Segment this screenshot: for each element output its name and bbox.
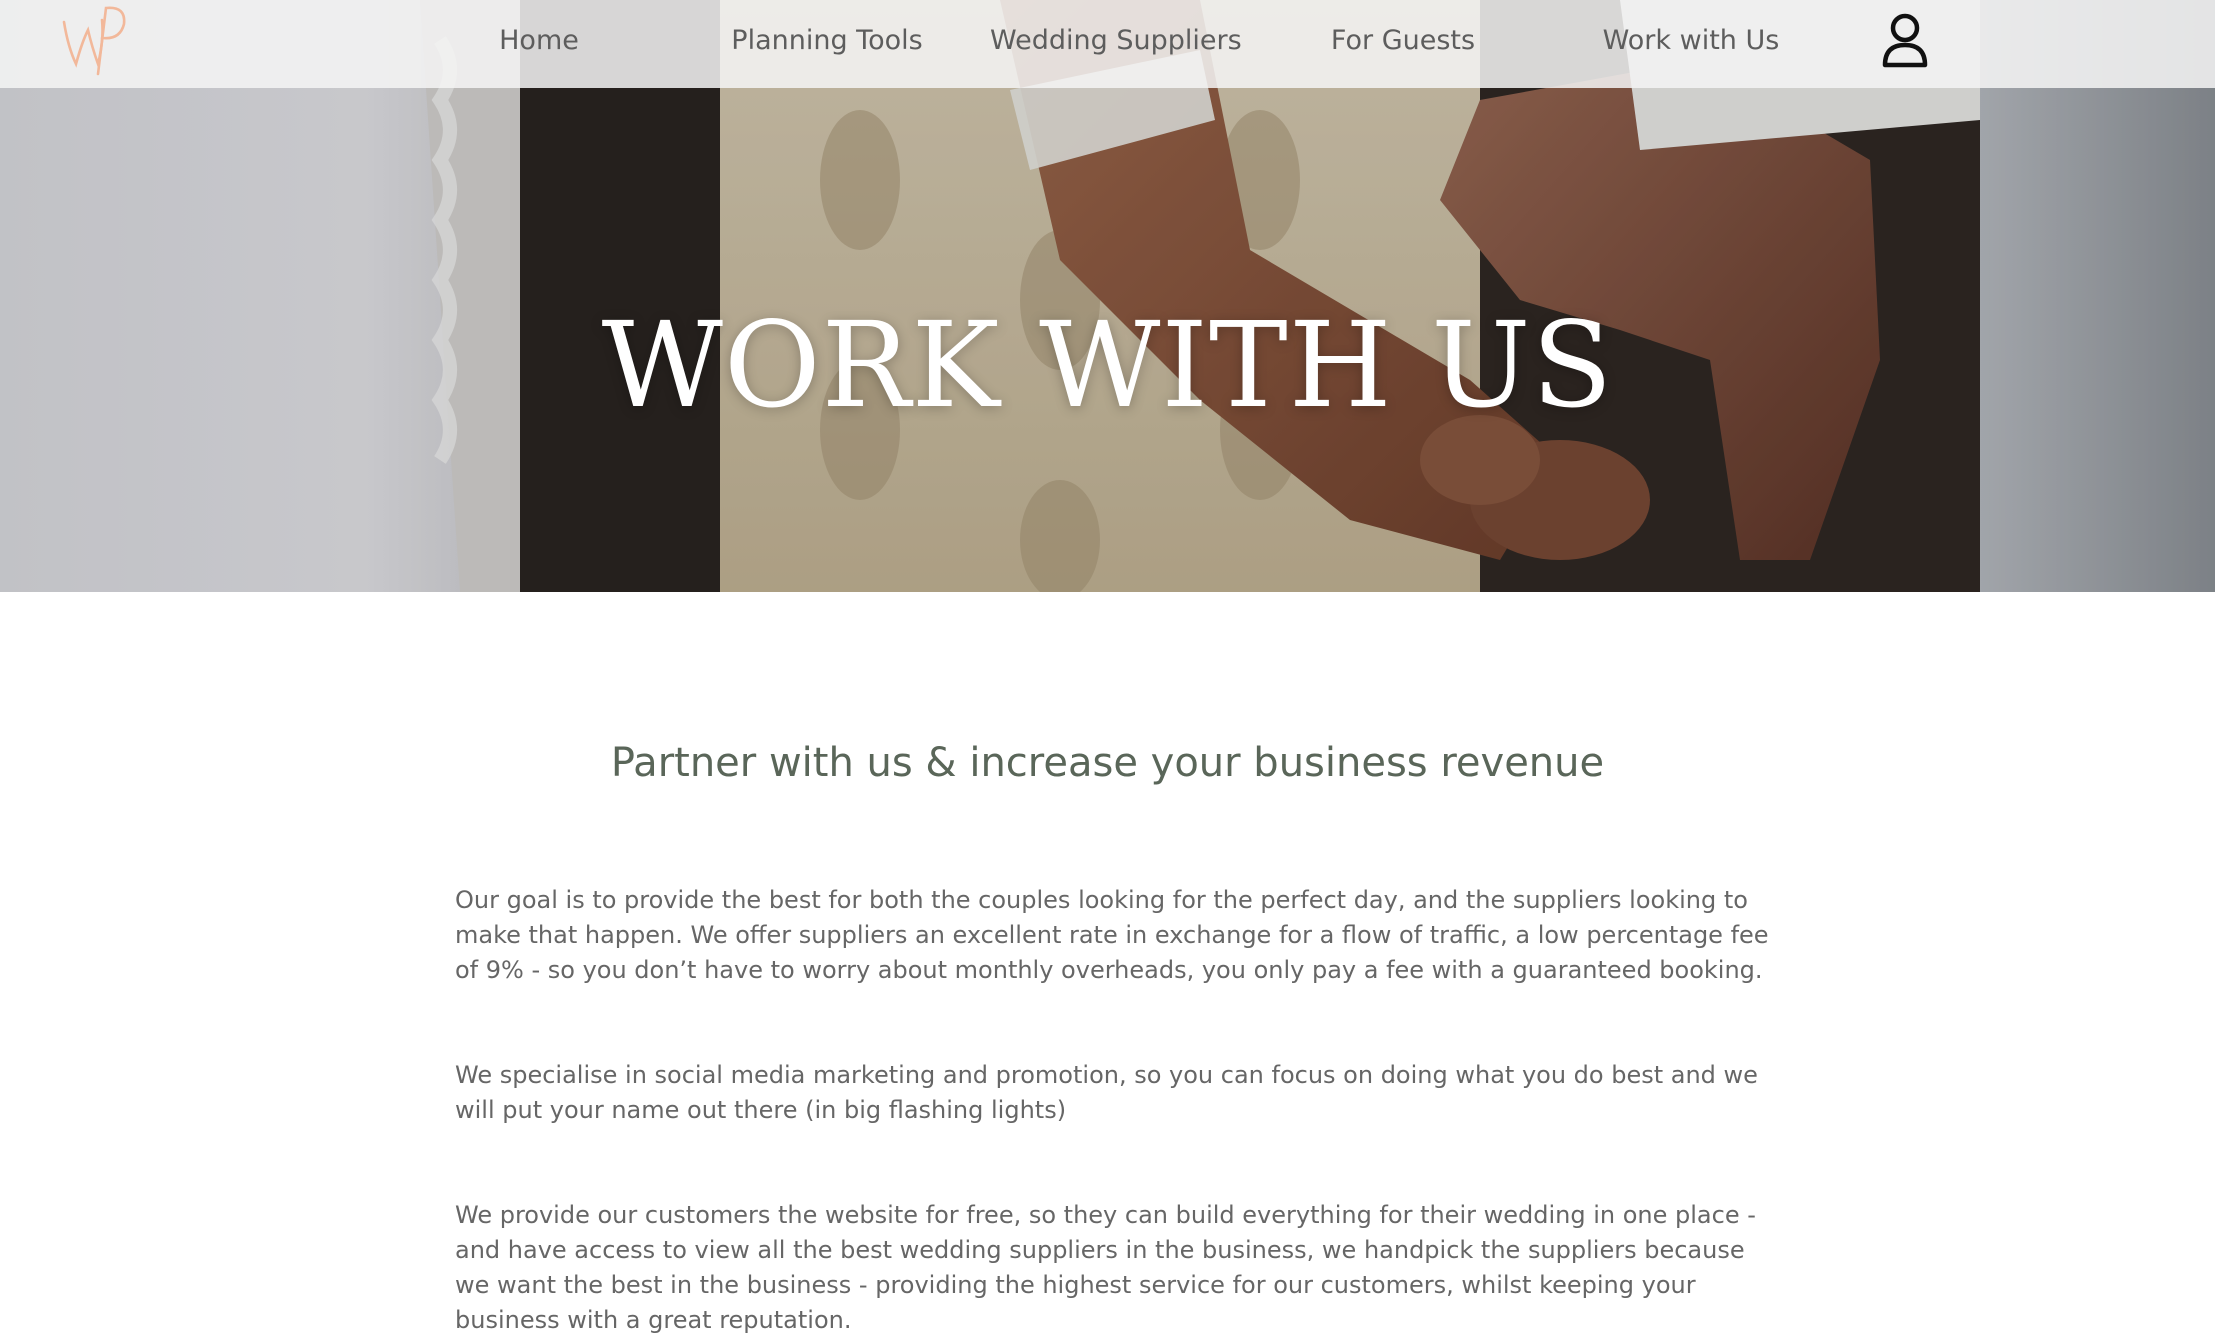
nav-work-with-us[interactable]: Work with Us xyxy=(1596,0,1786,82)
wp-monogram-logo[interactable] xyxy=(58,2,128,82)
paragraph-customers: We provide our customers the website for… xyxy=(455,1201,1756,1334)
section-heading: Partner with us & increase your business… xyxy=(610,740,1605,786)
page-title: WORK WITH US xyxy=(601,296,1614,434)
paragraph-marketing: We specialise in social media marketing … xyxy=(455,1061,1758,1124)
paragraph-goal: Our goal is to provide the best for both… xyxy=(455,886,1769,984)
user-account-icon[interactable] xyxy=(1880,13,1930,69)
nav-home[interactable]: Home xyxy=(454,0,624,82)
nav-planning-tools[interactable]: Planning Tools xyxy=(724,0,930,82)
nav-wedding-suppliers[interactable]: Wedding Suppliers xyxy=(990,0,1242,82)
top-navigation-bar: Home Planning Tools Wedding Suppliers Fo… xyxy=(0,0,2215,88)
nav-for-guests[interactable]: For Guests xyxy=(1318,0,1488,82)
hero-banner: WORK WITH US xyxy=(0,0,2215,592)
